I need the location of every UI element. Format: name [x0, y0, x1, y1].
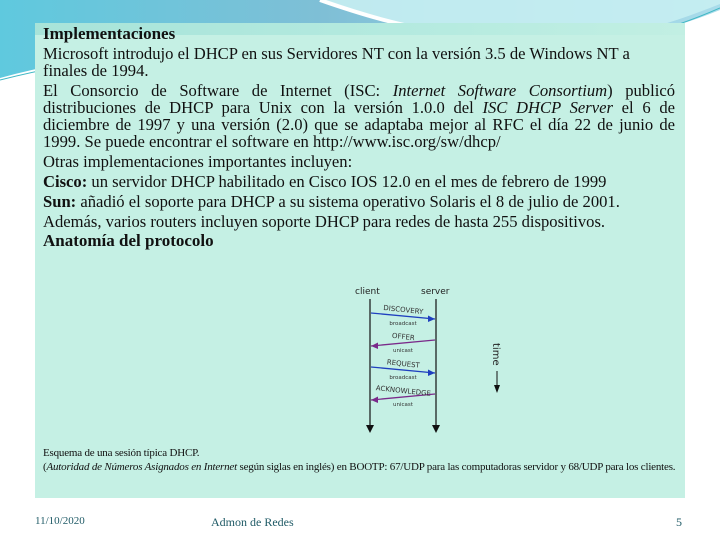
content-box: Implementaciones Microsoft introdujo el … [35, 23, 685, 498]
caption-rest: según siglas en inglés) en BOOTP: 67/UDP… [236, 460, 676, 473]
paragraph-routers: Además, varios routers incluyen soporte … [43, 211, 606, 231]
section-heading: Implementaciones [43, 24, 176, 43]
message-discovery: DISCOVERYbroadcast [370, 304, 436, 327]
paragraph-others: Otras implementaciones importantes inclu… [43, 152, 353, 172]
paragraph-microsoft: Microsoft introdujo el DHCP en sus Servi… [43, 43, 630, 80]
message-acknowledge: ACKNOWLEDGE unicast [370, 384, 436, 408]
message-arrowhead [371, 396, 378, 403]
caption-line-2: (Autoridad de Números Asignados en Inter… [43, 460, 678, 474]
time-label: time [490, 343, 501, 366]
message-label: ACKNOWLEDGE [375, 384, 431, 398]
subheading-anatomy: Anatomía del protocolo [43, 231, 214, 251]
time-arrowhead [494, 385, 500, 393]
message-arrowhead [371, 342, 378, 349]
footer-title: Admon de Redes [211, 515, 294, 529]
paragraph-cisco: Cisco: un servidor DHCP habilitado en Ci… [43, 173, 675, 190]
message-label: OFFER [392, 332, 416, 342]
sun-label: Sun: [43, 191, 77, 211]
isc-italic-server: ISC DHCP Server [482, 98, 613, 117]
message-mode-label: broadcast [389, 321, 417, 327]
caption-line-1: Esquema de una sesión típica DHCP. [43, 447, 200, 459]
server-lifeline-arrowhead [432, 425, 440, 433]
server-label: server [421, 287, 450, 297]
isc-text-1: El Consorcio de Software de Internet (IS… [43, 80, 393, 100]
message-label: REQUEST [386, 358, 420, 369]
message-arrowhead [428, 369, 435, 376]
message-mode-label: unicast [393, 348, 414, 354]
message-mode-label: broadcast [389, 375, 417, 381]
figure-caption: Esquema de una sesión típica DHCP. (Auto… [43, 447, 678, 475]
message-arrowhead [428, 315, 435, 322]
dhcp-session-diagram: client server DISCOVERYbroadcast OFFER uni… [355, 287, 501, 433]
isc-italic-name: Internet Software Consortium [392, 80, 608, 100]
paragraph-isc: El Consorcio de Software de Internet (IS… [43, 82, 675, 151]
footer-date: 11/10/2020 [35, 515, 85, 527]
message-arrows: DISCOVERYbroadcast OFFER unicast REQUEST bro… [370, 304, 436, 408]
page-number: 5 [676, 515, 682, 529]
message-offer: OFFER unicast [370, 332, 436, 354]
cisco-label: Cisco: [43, 172, 88, 191]
caption-italic: Autoridad de Números Asignados en Intern… [46, 460, 237, 473]
sun-text: añadió el soporte para DHCP a su sistema… [76, 191, 620, 211]
cisco-text: un servidor DHCP habilitado en Cisco IOS… [87, 172, 607, 191]
paragraph-sun: Sun: añadió el soporte para DHCP a su si… [43, 193, 675, 210]
slide-body: Implementaciones Microsoft introdujo el … [43, 25, 675, 252]
client-lifeline-arrowhead [366, 425, 374, 433]
message-request: REQUEST broadcast [370, 358, 436, 381]
message-mode-label: unicast [393, 402, 414, 408]
client-label: client [355, 287, 380, 297]
